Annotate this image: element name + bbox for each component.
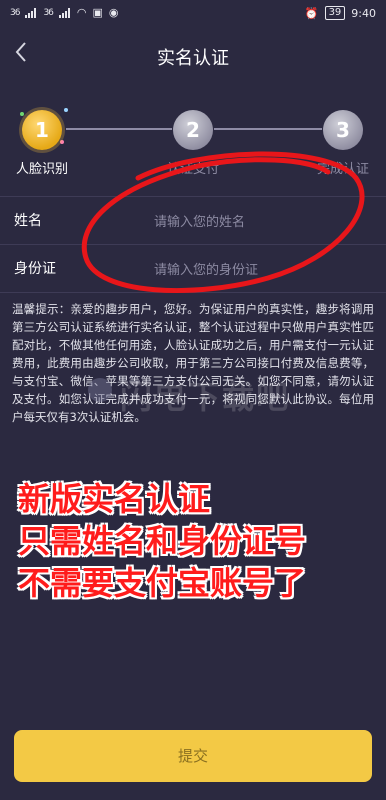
id-number-input[interactable] xyxy=(152,254,366,286)
id-row: 身份证 xyxy=(0,246,386,292)
id-label: 身份证 xyxy=(14,261,56,277)
step-circle-1: 1 xyxy=(22,110,62,150)
alarm-icon: ⏰ xyxy=(304,6,319,20)
signal-label-2: 36 xyxy=(43,7,54,18)
step-connector xyxy=(214,128,322,130)
watermark-logo xyxy=(88,378,112,402)
nav-header: 实名认证 xyxy=(0,28,386,82)
step-connector xyxy=(66,128,172,130)
overlay-line: 新版实名认证 xyxy=(18,480,211,518)
step-circle-2: 2 xyxy=(173,110,213,150)
name-label: 姓名 xyxy=(14,213,42,229)
sparkle-dot xyxy=(64,108,68,112)
step-label-2: 认证支付 xyxy=(166,162,219,177)
progress-steps: 1 2 3 人脸识别 认证支付 完成认证 xyxy=(0,106,386,186)
divider xyxy=(0,196,386,197)
page-title: 实名认证 xyxy=(157,48,229,69)
signal-icon xyxy=(25,7,37,18)
watermark-text: 闪电下载吧 xyxy=(120,378,291,416)
divider xyxy=(0,292,386,293)
name-row: 姓名 xyxy=(0,198,386,244)
app-notification-icon: ▣ xyxy=(92,6,103,19)
app-notification-icon: ◉ xyxy=(108,6,119,19)
status-bar: 36 36 ◠ ▣ ◉ ⏰ 39 9:40 xyxy=(0,0,386,28)
step-circle-3: 3 xyxy=(323,110,363,150)
battery-indicator: 39 xyxy=(324,6,346,20)
signal-icon xyxy=(58,7,71,18)
step-label-3: 完成认证 xyxy=(316,162,369,177)
overlay-caption: 新版实名认证 只需姓名和身份证号 不需要支付宝账号了 xyxy=(18,478,378,604)
overlay-line: 不需要支付宝账号了 xyxy=(18,564,307,602)
submit-button[interactable]: 提交 xyxy=(14,730,372,782)
wifi-icon: ◠ xyxy=(76,6,87,19)
name-input[interactable] xyxy=(152,206,366,238)
divider xyxy=(0,244,386,245)
clock: 9:40 xyxy=(351,6,376,20)
sparkle-dot xyxy=(60,140,64,144)
step-label-1: 人脸识别 xyxy=(15,162,68,177)
signal-label-1: 36 xyxy=(10,7,21,18)
overlay-line: 只需姓名和身份证号 xyxy=(18,522,307,560)
sparkle-dot xyxy=(20,112,24,116)
